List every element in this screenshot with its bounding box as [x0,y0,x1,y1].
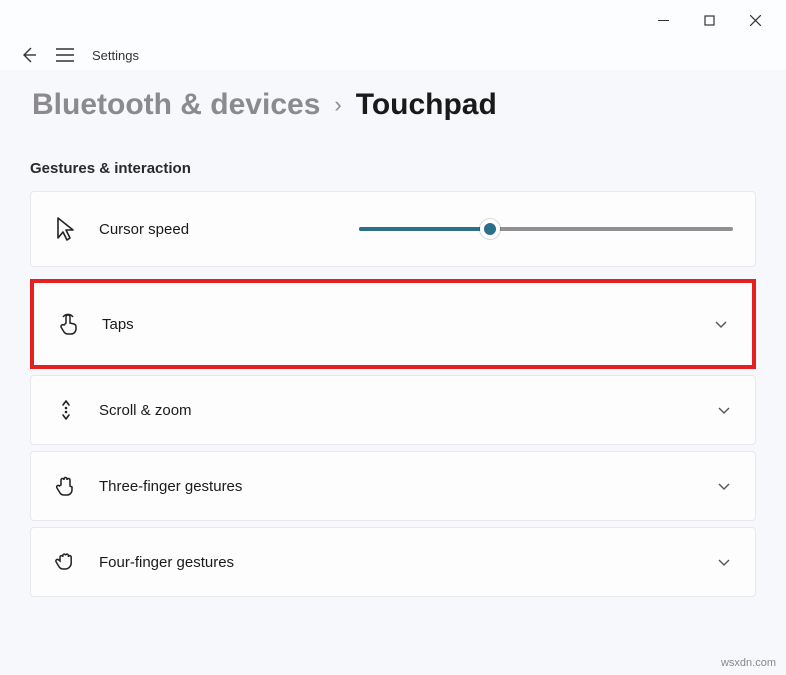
close-button[interactable] [732,4,778,36]
cursor-speed-label: Cursor speed [99,221,189,238]
maximize-button[interactable] [686,4,732,36]
scroll-zoom-label: Scroll & zoom [99,402,192,419]
content-area: Gestures & interaction Cursor speed Taps… [0,130,786,597]
app-title: Settings [92,48,139,63]
header: Settings [0,40,786,70]
section-header: Gestures & interaction [30,160,756,177]
four-finger-label: Four-finger gestures [99,554,234,571]
cursor-speed-row: Cursor speed [30,191,756,267]
breadcrumb-parent[interactable]: Bluetooth & devices [32,88,320,122]
three-finger-label: Three-finger gestures [99,478,242,495]
taps-row[interactable]: Taps [30,279,756,369]
chevron-down-icon [712,317,730,331]
three-finger-icon [53,474,79,498]
taps-label: Taps [102,316,134,333]
scroll-zoom-icon [53,398,79,422]
minimize-button[interactable] [640,4,686,36]
breadcrumb-current: Touchpad [356,88,497,122]
chevron-down-icon [715,403,733,417]
chevron-down-icon [715,479,733,493]
chevron-down-icon [715,555,733,569]
watermark: wsxdn.com [721,657,776,669]
back-button[interactable] [20,46,38,64]
scroll-zoom-row[interactable]: Scroll & zoom [30,375,756,445]
breadcrumb: Bluetooth & devices › Touchpad [0,70,786,130]
cursor-speed-slider[interactable] [359,227,733,231]
chevron-right-icon: › [334,92,341,118]
cursor-icon [53,216,79,242]
three-finger-row[interactable]: Three-finger gestures [30,451,756,521]
menu-button[interactable] [56,48,74,62]
window-controls [0,0,786,40]
tap-icon [56,312,82,336]
four-finger-icon [53,550,79,574]
four-finger-row[interactable]: Four-finger gestures [30,527,756,597]
